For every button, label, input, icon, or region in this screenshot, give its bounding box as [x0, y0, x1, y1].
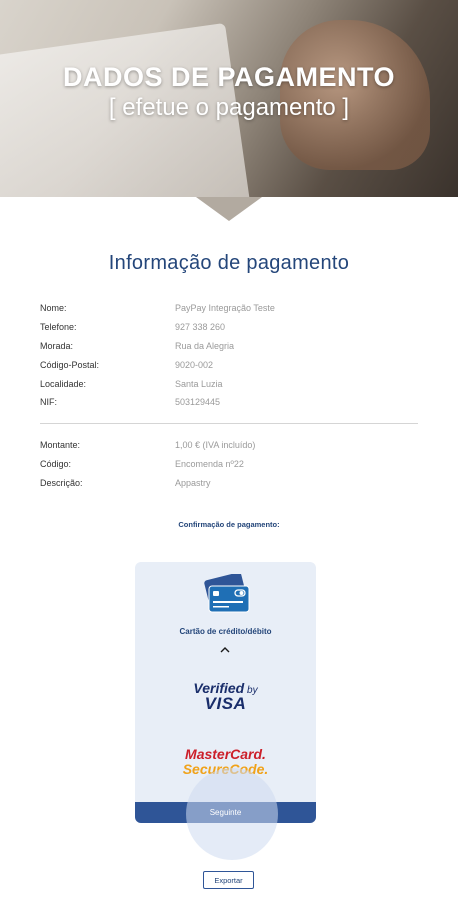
info-label: Localidade:: [40, 379, 87, 389]
banner-notch: [196, 197, 262, 221]
mastercard-logo-text: MasterCard.: [185, 746, 266, 762]
info-value: Encomenda nº22: [175, 459, 244, 469]
info-label: Morada:: [40, 341, 74, 351]
chevron-up-icon[interactable]: [218, 644, 232, 656]
payment-method-label: Cartão de crédito/débito: [179, 627, 272, 636]
info-value: Appastry: [175, 478, 211, 488]
info-value: 1,00 € (IVA incluído): [175, 440, 256, 450]
info-label: Telefone:: [40, 322, 77, 332]
info-value: 927 338 260: [175, 322, 226, 332]
verified-by-visa-logo: Verified by VISA: [135, 680, 316, 714]
confirmation-label: Confirmação de pagamento:: [178, 520, 280, 529]
header-banner: DADOS DE PAGAMENTO [ efetue o pagamento …: [0, 0, 458, 197]
visa-logo-by: by: [247, 685, 258, 696]
next-button[interactable]: Seguinte: [135, 802, 316, 823]
section-divider: [40, 423, 418, 424]
info-value: 9020-002: [175, 360, 214, 370]
page-subtitle: [ efetue o pagamento ]: [108, 94, 350, 121]
info-label: Descrição:: [40, 478, 83, 488]
info-value: Rua da Alegria: [175, 341, 235, 351]
export-button[interactable]: Exportar: [203, 871, 254, 889]
info-label: Código:: [40, 459, 72, 469]
credit-card-icon: [204, 574, 250, 613]
section-title: Informação de pagamento: [108, 252, 350, 274]
info-label: Nome:: [40, 303, 67, 313]
info-value: 503129445: [175, 397, 221, 407]
info-label: NIF:: [40, 397, 57, 407]
info-value: Santa Luzia: [175, 379, 223, 389]
page-title: DADOS DE PAGAMENTO: [62, 62, 396, 92]
info-label: Código-Postal:: [40, 360, 100, 370]
visa-logo-brand: VISA: [204, 694, 247, 713]
info-value: PayPay Integração Teste: [175, 303, 275, 313]
info-label: Montante:: [40, 440, 81, 450]
